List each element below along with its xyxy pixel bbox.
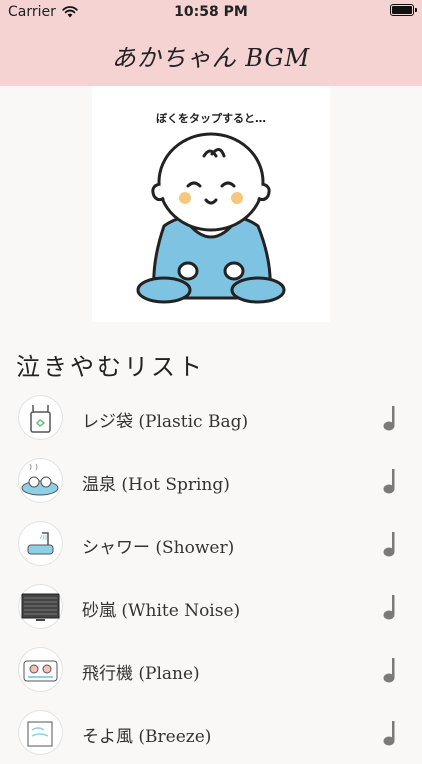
list-item[interactable]: 温泉 (Hot Spring) [0, 449, 422, 512]
shower-icon [18, 521, 63, 566]
list-item-label: そよ風 (Breeze) [82, 727, 212, 747]
music-note-icon[interactable] [382, 530, 398, 558]
hero-caption: ぼくをタップすると… [156, 112, 266, 125]
breeze-icon [18, 710, 63, 755]
baby-tap-button[interactable]: ぼくをタップすると… [92, 86, 330, 322]
status-bar: Carrier 10:58 PM [0, 0, 422, 24]
list-item[interactable]: 飛行機 (Plane) [0, 638, 422, 701]
list-item-label: 飛行機 (Plane) [82, 664, 200, 684]
tv-static-icon [18, 584, 63, 629]
music-note-icon[interactable] [382, 719, 398, 747]
list-item-label: シャワー (Shower) [82, 538, 235, 558]
nav-bar: あかちゃん BGM [0, 24, 422, 86]
music-note-icon[interactable] [382, 467, 398, 495]
app-title: あかちゃん BGM [111, 43, 311, 72]
list-item-label: 砂嵐 (White Noise) [82, 601, 241, 621]
hot-spring-icon [18, 458, 63, 503]
sound-list: レジ袋 (Plastic Bag) 温泉 (Hot Spring) シャワー (… [0, 386, 422, 764]
list-item-label: 温泉 (Hot Spring) [82, 475, 230, 495]
music-note-icon[interactable] [382, 656, 398, 684]
list-item[interactable]: 砂嵐 (White Noise) [0, 575, 422, 638]
list-item[interactable]: シャワー (Shower) [0, 512, 422, 575]
plane-icon [18, 647, 63, 692]
music-note-icon[interactable] [382, 593, 398, 621]
music-note-icon[interactable] [382, 404, 398, 432]
battery-icon [390, 4, 417, 16]
list-item[interactable]: そよ風 (Breeze) [0, 701, 422, 764]
section-title: 泣きやむリスト [16, 353, 205, 381]
list-item-label: レジ袋 (Plastic Bag) [82, 412, 249, 432]
plastic-bag-icon [18, 395, 63, 440]
list-item[interactable]: レジ袋 (Plastic Bag) [0, 386, 422, 449]
status-time: 10:58 PM [174, 4, 248, 20]
